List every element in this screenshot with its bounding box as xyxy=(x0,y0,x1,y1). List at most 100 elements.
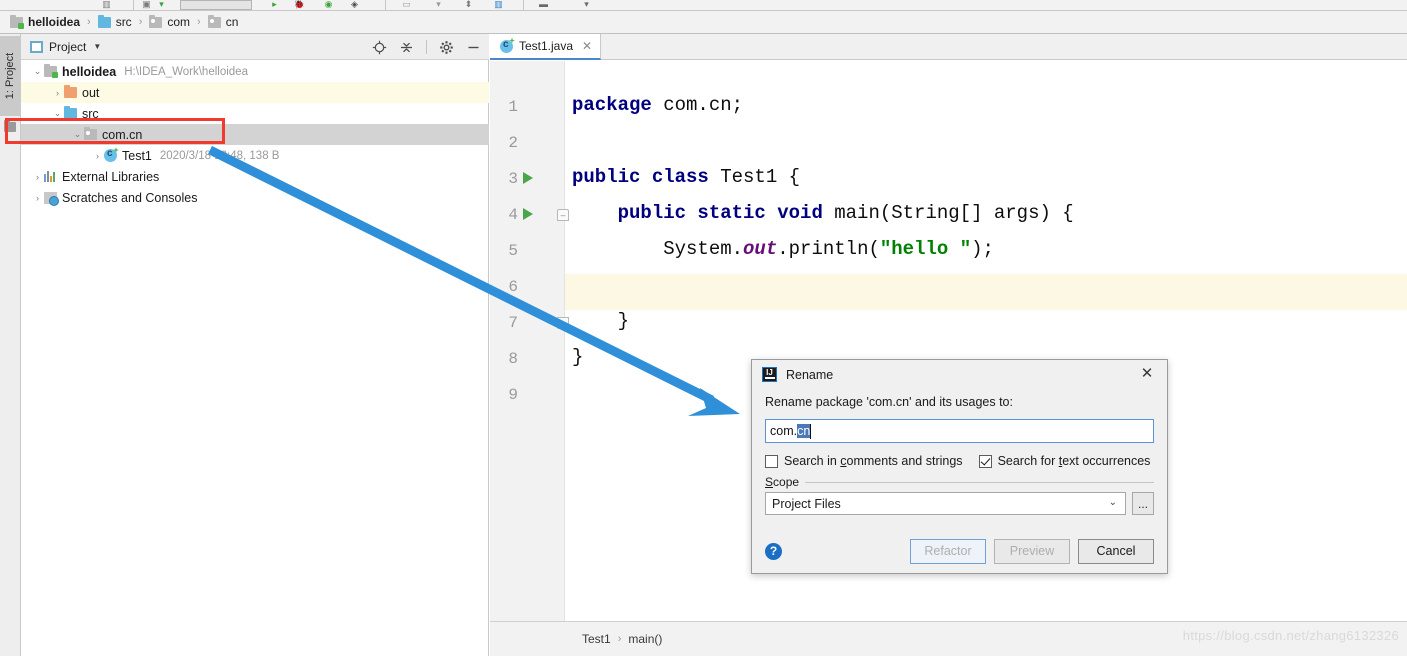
editor-gutter: 1 2 3 4 5 6 7 8 9 – xyxy=(490,61,569,636)
breadcrumb-item-com[interactable]: com xyxy=(149,14,191,29)
chevron-right-icon[interactable]: › xyxy=(31,193,44,203)
tree-row-out[interactable]: › out xyxy=(21,82,489,103)
dialog-footer: ? Refactor Preview Cancel xyxy=(752,529,1167,573)
line-number: 8 xyxy=(508,350,518,368)
module-folder-icon xyxy=(44,64,58,78)
line-number: 1 xyxy=(508,98,518,116)
module-folder-icon xyxy=(10,14,24,29)
scope-row: Project Files ⌄ ... xyxy=(765,492,1154,515)
search-in-comments-label: Search in comments and strings xyxy=(784,454,963,468)
project-panel-title-group[interactable]: Project ▼ xyxy=(30,40,101,54)
breadcrumb-item-helloidea[interactable]: helloidea xyxy=(10,14,80,29)
project-panel-title: Project xyxy=(49,39,87,54)
tool-window-tab-label: 1: Project xyxy=(4,52,17,100)
breadcrumb-separator: › xyxy=(138,16,143,28)
scope-combobox[interactable]: Project Files ⌄ xyxy=(765,492,1126,515)
tree-row-src[interactable]: ⌄ src xyxy=(21,103,489,124)
help-button[interactable]: ? xyxy=(765,542,782,560)
editor-tab-test1-java[interactable]: Test1.java ✕ xyxy=(490,34,602,60)
breadcrumb-item-src[interactable]: src xyxy=(97,14,132,29)
dropdown-icon[interactable]: ▾ xyxy=(580,0,593,9)
chart-icon[interactable]: ▥ xyxy=(100,0,113,9)
fold-end-icon[interactable] xyxy=(557,317,569,329)
actions-divider xyxy=(426,40,427,54)
tree-row-com-cn[interactable]: ⌄ com.cn xyxy=(21,124,489,145)
chevron-down-icon[interactable]: ⌄ xyxy=(71,129,84,140)
search-in-comments-checkbox[interactable] xyxy=(765,454,778,468)
tree-row-external-libraries[interactable]: › External Libraries xyxy=(21,166,489,187)
build-icon[interactable]: ▣ xyxy=(140,0,153,9)
layout-icon[interactable]: ▥ xyxy=(492,0,505,9)
coverage-icon[interactable]: ◉ xyxy=(322,0,335,9)
navbar-item-class[interactable]: Test1 xyxy=(582,632,611,646)
chevron-down-icon[interactable]: ⌄ xyxy=(31,66,44,77)
run-config-dropdown-icon[interactable]: ▾ xyxy=(155,0,168,9)
project-panel-actions xyxy=(372,34,481,60)
line-number: 3 xyxy=(508,170,518,188)
out-folder-icon xyxy=(64,85,77,98)
debug-icon[interactable]: 🐞 xyxy=(293,0,306,9)
close-icon[interactable]: ✕ xyxy=(582,39,592,53)
chevron-down-icon[interactable]: ⌄ xyxy=(1109,497,1117,508)
settings-gear-icon[interactable] xyxy=(439,40,454,55)
run-method-gutter-icon[interactable] xyxy=(523,208,533,220)
chevron-right-icon[interactable]: › xyxy=(91,151,104,161)
dialog-buttons: Refactor Preview Cancel xyxy=(910,538,1154,564)
tool-window-tab-project[interactable]: 1: Project xyxy=(0,36,21,116)
structure-folder-icon[interactable] xyxy=(4,120,16,132)
breadcrumb-item-cn[interactable]: cn xyxy=(207,14,238,29)
close-icon[interactable]: ✕ xyxy=(1139,366,1155,382)
tree-label: Test1 xyxy=(122,148,152,163)
run-class-gutter-icon[interactable] xyxy=(523,172,533,184)
java-class-icon xyxy=(104,147,119,162)
breadcrumb-label: com xyxy=(167,15,191,29)
scratches-icon xyxy=(44,191,59,206)
scope-browse-button[interactable]: ... xyxy=(1132,492,1154,515)
intellij-idea-window: ▥ ▣ ▾ ▸ 🐞 ◉ ◈ ▭ ▾ ⬍ ▥ ▬ ▾ helloidea › sr… xyxy=(0,0,1407,656)
run-icon[interactable]: ▸ xyxy=(268,0,281,9)
code-line-4: public static void main(String[] args) { xyxy=(617,202,1074,224)
tree-label: out xyxy=(82,85,100,100)
pin-icon[interactable]: ⬍ xyxy=(462,0,475,9)
run-configuration-selector[interactable] xyxy=(180,0,252,10)
locate-icon[interactable] xyxy=(372,40,387,55)
chevron-down-icon[interactable]: ▼ xyxy=(93,42,101,51)
tree-row-helloidea[interactable]: ⌄ helloidea H:\IDEA_Work\helloidea xyxy=(21,61,489,82)
toolbar-divider-1 xyxy=(133,0,134,10)
tree-row-scratches-and-consoles[interactable]: › Scratches and Consoles xyxy=(21,187,489,208)
cancel-button[interactable]: Cancel xyxy=(1078,538,1154,564)
navbar-separator: › xyxy=(617,633,622,645)
tree-label: Scratches and Consoles xyxy=(62,190,198,205)
scope-legend-label: Scope xyxy=(765,475,806,489)
project-tree: ⌄ helloidea H:\IDEA_Work\helloidea › out… xyxy=(21,61,489,656)
scope-group-divider xyxy=(765,482,1154,483)
chevron-right-icon[interactable]: › xyxy=(51,88,64,98)
profile-icon[interactable]: ◈ xyxy=(348,0,361,9)
scope-combobox-value: Project Files xyxy=(772,496,841,511)
source-folder-icon xyxy=(97,14,111,28)
code-line-7: } xyxy=(572,310,630,332)
code-line-5: System.out.println("hello "); xyxy=(572,238,994,260)
hide-icon[interactable] xyxy=(466,40,481,55)
minus-icon[interactable]: ▬ xyxy=(537,0,550,9)
collapse-all-icon[interactable] xyxy=(399,40,414,55)
tree-row-test1[interactable]: › Test1 2020/3/18 12:48, 138 B xyxy=(21,145,489,166)
refactor-button[interactable]: Refactor xyxy=(910,538,986,564)
rename-input[interactable]: com. cn xyxy=(765,419,1154,443)
code-content[interactable]: package com.cn; public class Test1 { pub… xyxy=(572,61,1074,368)
search-for-text-occurrences-checkbox[interactable] xyxy=(978,454,992,468)
chevron-right-icon[interactable]: › xyxy=(31,172,44,182)
breadcrumb-label: src xyxy=(115,15,132,29)
search-box-icon[interactable]: ▭ xyxy=(400,0,413,9)
navbar-item-method[interactable]: main() xyxy=(628,632,662,646)
filter-icon[interactable]: ▾ xyxy=(432,0,445,9)
watermark: https://blog.csdn.net/zhang6132326 xyxy=(1182,628,1399,643)
preview-button[interactable]: Preview xyxy=(994,538,1070,564)
toolbar-divider-3 xyxy=(523,0,524,10)
rename-input-prefix: com. xyxy=(770,424,798,438)
rename-input-selected-text: cn xyxy=(797,424,811,438)
fold-collapse-icon[interactable]: – xyxy=(557,209,569,221)
package-folder-icon xyxy=(84,127,97,140)
chevron-down-icon[interactable]: ⌄ xyxy=(51,108,64,119)
text-caret xyxy=(810,423,812,439)
